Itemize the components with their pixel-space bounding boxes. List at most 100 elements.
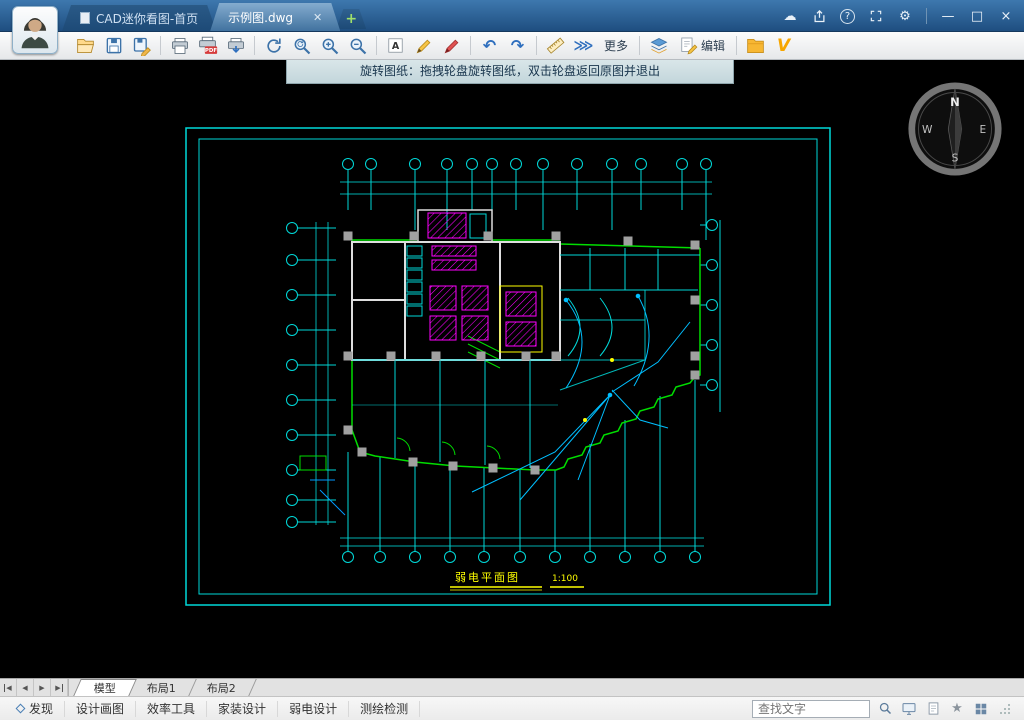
edit-mode-button[interactable]: 编辑 (673, 33, 731, 58)
open-folder-icon (75, 35, 96, 56)
share-icon[interactable] (811, 8, 827, 24)
screen-view-button[interactable] (900, 700, 918, 718)
structural-columns (344, 232, 700, 475)
tab-close-icon[interactable]: ✕ (313, 11, 322, 24)
zoom-in-button[interactable] (316, 33, 343, 58)
find-text-input[interactable] (752, 700, 870, 718)
open-file-button[interactable] (72, 33, 99, 58)
statusbar-item-efficiency-tools[interactable]: 效率工具 (136, 701, 207, 717)
statusbar-item-elv-design[interactable]: 弱电设计 (278, 701, 349, 717)
more-tools-label: 更多 (604, 37, 628, 54)
vip-icon: V (777, 36, 790, 56)
statusbar-item-design-draw[interactable]: 设计画图 (65, 701, 136, 717)
zoom-out-icon (348, 36, 368, 56)
rotate-view-button[interactable] (260, 33, 287, 58)
continuous-measure-icon: ⋙ (574, 39, 594, 53)
save-button[interactable] (100, 33, 127, 58)
notes-button[interactable] (924, 700, 942, 718)
compass-south-label: S (952, 153, 959, 165)
titlebar: CAD迷你看图-首页 示例图.dwg ✕ + ☁ ? ⚙ — □ × (0, 0, 1024, 32)
measure-button[interactable] (542, 33, 569, 58)
red-marker-icon (442, 36, 462, 56)
settings-gear-icon[interactable]: ⚙ (897, 8, 913, 24)
resize-grip[interactable] (996, 700, 1014, 718)
tab-drawing-label: 示例图.dwg (228, 9, 293, 26)
batch-print-icon (226, 36, 246, 56)
search-button[interactable] (876, 700, 894, 718)
apps-button[interactable] (972, 700, 990, 718)
undo-icon: ↶ (483, 38, 496, 54)
cloud-sync-icon[interactable]: ☁ (782, 8, 798, 24)
rotate-compass-widget[interactable]: N E S W (907, 81, 1003, 177)
minimize-button[interactable]: — (940, 8, 956, 24)
print-button[interactable] (166, 33, 193, 58)
vip-button[interactable]: V (770, 33, 797, 58)
toolbar-separator (639, 36, 640, 55)
toolbar-separator (536, 36, 537, 55)
star-icon: ★ (951, 701, 963, 716)
statusbar-item-discover[interactable]: 发现 (6, 701, 65, 717)
text-tool-icon: A (386, 36, 405, 55)
yellow-pen-icon (414, 36, 434, 56)
text-markup-button[interactable]: A (382, 33, 409, 58)
statusbar-item-home-design[interactable]: 家装设计 (207, 701, 278, 717)
new-tab-button[interactable]: + (336, 9, 366, 29)
save-as-button[interactable] (128, 33, 155, 58)
sheet-tab-layout1[interactable]: 布局1 (127, 679, 197, 696)
highlight-markup-button[interactable] (438, 33, 465, 58)
help-icon[interactable]: ? (840, 9, 855, 24)
sheet-tab-layout2[interactable]: 布局2 (187, 679, 257, 696)
drawing-manager-button[interactable] (742, 33, 769, 58)
toolbar-separator (254, 36, 255, 55)
statusbar-right-tools: ★ (752, 700, 1018, 718)
edit-mode-label: 编辑 (701, 37, 725, 54)
svg-text:PDF: PDF (205, 48, 217, 54)
zoom-extents-icon (292, 36, 312, 56)
batch-print-button[interactable] (222, 33, 249, 58)
more-tools-button[interactable]: 更多 (598, 33, 634, 58)
tab-drawing[interactable]: 示例图.dwg ✕ (210, 3, 340, 31)
layers-button[interactable] (645, 33, 672, 58)
app-window: CAD迷你看图-首页 示例图.dwg ✕ + ☁ ? ⚙ — □ × (0, 0, 1024, 720)
drawing-canvas[interactable]: 旋转图纸：拖拽轮盘旋转图纸，双击轮盘返回原图并退出 (0, 60, 1024, 678)
first-sheet-button[interactable]: ◀ (0, 679, 17, 696)
continuous-measure-button[interactable]: ⋙ (570, 33, 597, 58)
last-sheet-button[interactable]: ▶ (51, 679, 68, 696)
maximize-button[interactable]: □ (969, 8, 985, 24)
yellow-folder-icon (745, 35, 766, 56)
user-avatar[interactable] (12, 6, 58, 54)
document-icon (926, 701, 941, 716)
avatar-person-icon (16, 10, 54, 50)
compass-east-label: E (980, 124, 987, 136)
redo-button[interactable]: ↷ (504, 33, 531, 58)
tab-home[interactable]: CAD迷你看图-首页 (62, 5, 216, 31)
fullscreen-icon[interactable] (868, 8, 884, 24)
layers-icon (649, 36, 669, 56)
elevator-blocks (428, 213, 536, 346)
save-as-icon (132, 36, 152, 56)
discover-diamond-icon (16, 704, 26, 714)
close-button[interactable]: × (998, 8, 1014, 24)
zoom-extents-button[interactable] (288, 33, 315, 58)
printer-icon (170, 36, 190, 56)
zoom-in-icon (320, 36, 340, 56)
statusbar-item-survey-check[interactable]: 测绘检测 (349, 701, 420, 717)
sheet-tab-model[interactable]: 模型 (73, 679, 137, 696)
compass-west-label: W (922, 124, 933, 136)
pdf-printer-icon: PDF (197, 35, 218, 56)
redo-icon: ↷ (511, 38, 524, 54)
favorite-button[interactable]: ★ (948, 700, 966, 718)
sheet-tab-bar: ◀ ◀ ▶ ▶ 模型 布局1 布局2 (0, 678, 1024, 696)
paper-border (186, 128, 830, 605)
pen-markup-button[interactable] (410, 33, 437, 58)
cad-viewport[interactable]: 弱电平面图 1:100 (0, 60, 1024, 678)
undo-button[interactable]: ↶ (476, 33, 503, 58)
zoom-out-button[interactable] (344, 33, 371, 58)
next-sheet-button[interactable]: ▶ (34, 679, 51, 696)
toolbar-separator (736, 36, 737, 55)
prev-sheet-button[interactable]: ◀ (17, 679, 34, 696)
resize-grip-icon (999, 703, 1011, 715)
pdf-export-button[interactable]: PDF (194, 33, 221, 58)
svg-text:A: A (392, 41, 400, 52)
titlebar-separator (926, 8, 927, 24)
